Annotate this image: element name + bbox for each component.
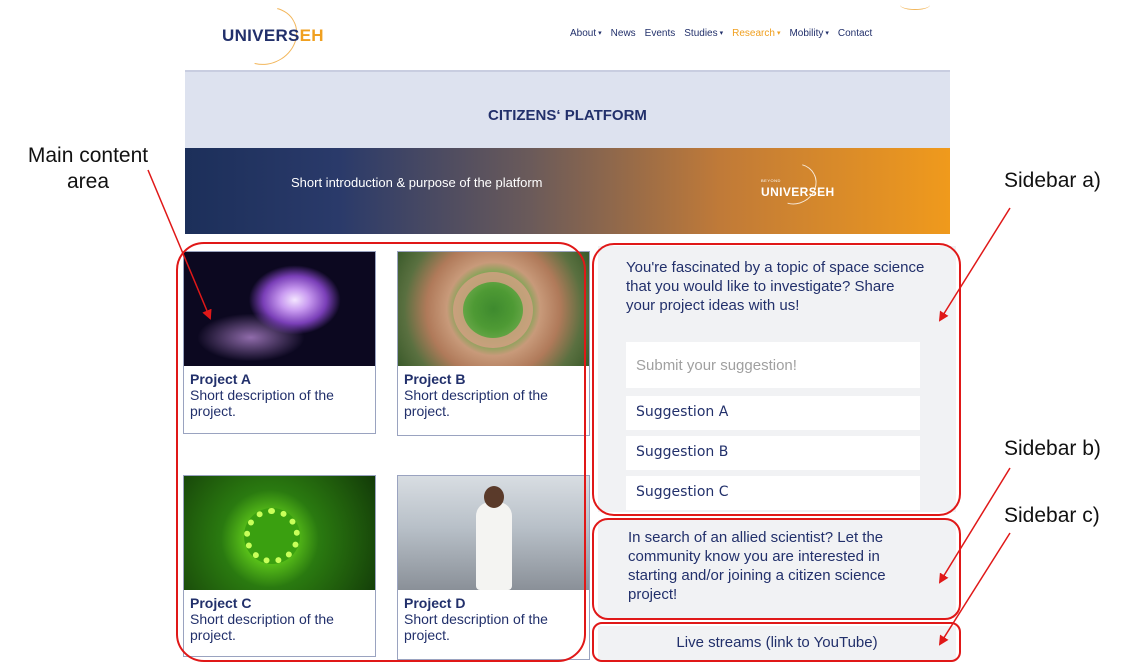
project-card-b[interactable]: Project B Short description of the proje… (397, 251, 590, 436)
sidebar-live-streams[interactable]: Live streams (link to YouTube) (598, 626, 956, 660)
project-description: Short description of the project. (190, 611, 334, 643)
nebula-image (184, 252, 375, 366)
dropdown-caret-icon: ▾ (776, 30, 781, 37)
suggestion-item-b[interactable]: Suggestion B (626, 436, 920, 470)
virus-shape (244, 508, 300, 564)
nav-label: News (610, 28, 636, 39)
project-title: Project C (190, 595, 252, 611)
nav-label: Research (732, 28, 775, 39)
dropdown-caret-icon: ▾ (719, 30, 724, 37)
hand-ring-shape (453, 272, 533, 348)
main-nav: About ▾ News Events Studies ▾ Research ▾ Mo… (570, 28, 881, 39)
project-description: Short description of the project. (190, 387, 334, 419)
suggestion-item-a[interactable]: Suggestion A (626, 396, 920, 430)
project-title: Project D (404, 595, 466, 611)
logo-accent-text: EH (299, 26, 324, 45)
nav-item-events[interactable]: Events (645, 28, 676, 39)
sidebar-suggestions: You're fascinated by a topic of space sc… (598, 246, 956, 512)
intro-text: Short introduction & purpose of the plat… (291, 175, 543, 190)
project-title: Project A (190, 371, 251, 387)
nav-item-research[interactable]: Research ▾ (732, 28, 780, 39)
page-title: CITIZENS‘ PLATFORM (488, 106, 647, 124)
scientist-head-shape (484, 486, 504, 508)
title-band: CITIZENS‘ PLATFORM (185, 72, 950, 148)
dropdown-caret-icon: ▾ (825, 30, 829, 37)
annotation-sidebar-a: Sidebar a) (1004, 169, 1101, 192)
annotation-main-content: Main content area (27, 144, 149, 193)
project-description: Short description of the project. (404, 387, 548, 419)
live-streams-link[interactable]: Live streams (link to YouTube) (598, 634, 956, 651)
annotation-sidebar-c: Sidebar c) (1004, 504, 1100, 527)
virus-image (184, 476, 375, 590)
nav-item-studies[interactable]: Studies ▾ (684, 28, 723, 39)
annotation-sidebar-b: Sidebar b) (1004, 437, 1101, 460)
nav-item-mobility[interactable]: Mobility ▾ (789, 28, 828, 39)
beyond-universeh-logo: BEYOND UNIVERSEH (761, 178, 835, 201)
nav-item-about[interactable]: About ▾ (570, 28, 602, 39)
nav-label: About (570, 28, 597, 39)
suggestion-item-c[interactable]: Suggestion C (626, 476, 920, 510)
laboratory-image (398, 476, 589, 590)
logo-main-text: UNIVERS (222, 26, 300, 45)
dropdown-caret-icon: ▾ (598, 30, 602, 37)
universeh-logo[interactable]: UNIVERSEH (222, 26, 324, 46)
hands-circle-image (398, 252, 589, 366)
sidebar-b-text: In search of an allied scientist? Let th… (628, 529, 886, 603)
corner-decoration (900, 0, 930, 10)
project-title: Project B (404, 371, 466, 387)
project-card-d[interactable]: Project D Short description of the proje… (397, 475, 590, 660)
project-card-a[interactable]: Project A Short description of the proje… (183, 251, 376, 434)
nav-label: Contact (837, 28, 873, 39)
logo-name-text: UNIVERSEH (761, 185, 835, 199)
project-description: Short description of the project. (404, 611, 548, 643)
nav-item-news[interactable]: News (611, 28, 636, 39)
nav-label: Mobility (789, 28, 824, 39)
nav-label: Studies (684, 28, 718, 39)
logo-small-text: BEYOND (761, 178, 781, 183)
sidebar-find-scientist[interactable]: In search of an allied scientist? Let th… (598, 520, 956, 618)
project-card-c[interactable]: Project C Short description of the proje… (183, 475, 376, 657)
intro-banner: Short introduction & purpose of the plat… (185, 148, 950, 234)
suggestion-input[interactable] (626, 342, 920, 388)
sidebar-a-prompt: You're fascinated by a topic of space sc… (626, 259, 925, 314)
nav-item-contact[interactable]: Contact (838, 28, 872, 39)
nav-label: Events (644, 28, 676, 39)
scientist-shape (476, 502, 512, 590)
